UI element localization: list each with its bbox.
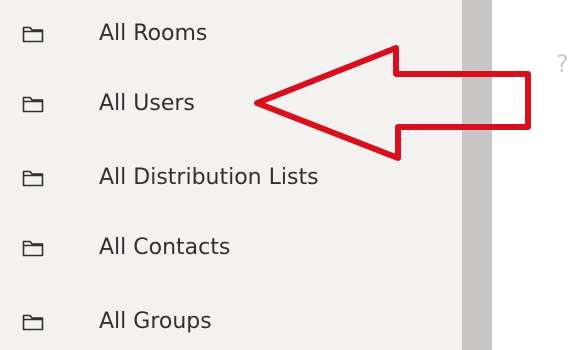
sidebar-item-label: All Contacts [99, 235, 231, 260]
vertical-scrollbar[interactable] [462, 0, 492, 350]
folder-icon [22, 240, 44, 257]
sidebar-item-all-rooms[interactable]: All Rooms [0, 8, 462, 60]
scrollbar-thumb[interactable] [462, 0, 492, 350]
sidebar-item-all-users[interactable]: All Users [0, 78, 462, 130]
folder-icon [22, 314, 44, 331]
folder-icon [22, 26, 44, 43]
sidebar-item-label: All Groups [99, 309, 212, 334]
sidebar-item-all-contacts[interactable]: All Contacts [0, 222, 462, 274]
navigation-sidebar: All Rooms All Users All Distribution Lis… [0, 0, 462, 350]
sidebar-item-label: All Distribution Lists [99, 165, 319, 190]
sidebar-item-all-groups[interactable]: All Groups [0, 296, 462, 348]
sidebar-item-label: All Users [99, 91, 195, 116]
partial-glyph: ? [556, 52, 568, 78]
sidebar-item-all-distribution-lists[interactable]: All Distribution Lists [0, 152, 462, 204]
folder-icon [22, 170, 44, 187]
sidebar-item-label: All Rooms [99, 21, 208, 46]
folder-icon [22, 96, 44, 113]
